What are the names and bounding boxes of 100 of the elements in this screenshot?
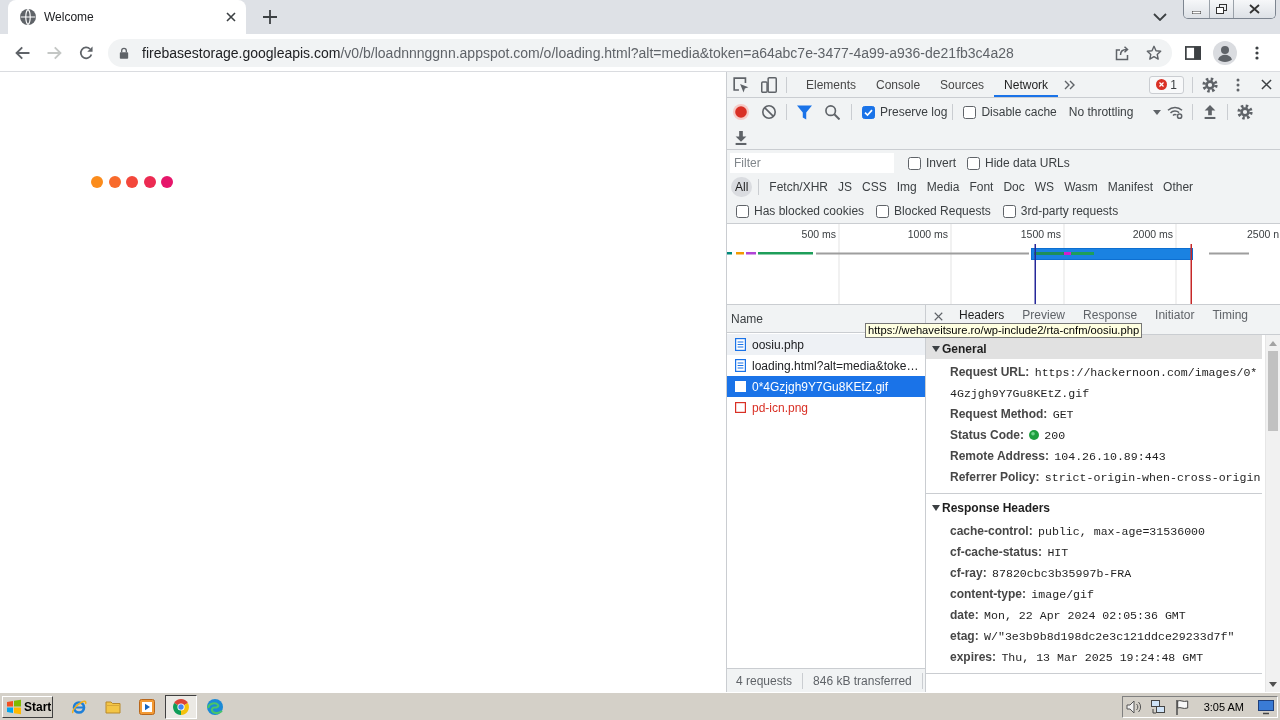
panel-tab[interactable]: Elements — [796, 72, 867, 97]
timeline-bar — [1209, 252, 1249, 255]
type-filter-button[interactable]: Doc — [999, 177, 1029, 197]
scrollbar[interactable] — [1265, 335, 1280, 692]
upload-icon[interactable] — [1202, 105, 1217, 119]
header-name: Status Code: — [950, 428, 1024, 442]
checkbox-label[interactable]: 3rd-party requests — [1020, 204, 1119, 218]
side-panel-icon[interactable] — [1185, 44, 1201, 61]
reload-icon[interactable] — [78, 45, 94, 60]
timeline-bar — [746, 252, 756, 255]
globe-icon — [20, 9, 36, 25]
settings-icon[interactable] — [1202, 76, 1218, 93]
avatar-icon[interactable] — [1213, 40, 1237, 65]
request-row[interactable]: 0*4Gzjgh9Y7Gu8KEtZ.gif — [727, 376, 925, 397]
checkbox-label[interactable]: Hide data URLs — [985, 156, 1070, 170]
type-filter-button[interactable]: Manifest — [1103, 177, 1158, 197]
checkbox[interactable] — [1002, 204, 1016, 218]
back-arrow-icon[interactable] — [14, 45, 30, 60]
checkbox[interactable] — [736, 204, 749, 218]
details-tab[interactable]: Timing — [1203, 305, 1257, 323]
type-filter-button[interactable]: Font — [965, 177, 998, 197]
error-count-button[interactable]: 1 — [1149, 75, 1184, 94]
tooltip: https://wehaveitsure.ro/wp-include2/rta-cnfm/oosiu.php — [865, 323, 1143, 338]
taskbar-app-button[interactable] — [165, 694, 197, 719]
checkbox[interactable] — [967, 156, 980, 170]
ban-icon[interactable] — [762, 105, 776, 119]
network-icon[interactable] — [1149, 698, 1166, 715]
checkbox[interactable] — [862, 105, 875, 119]
details-tab[interactable]: Response — [1074, 305, 1147, 323]
browser-tab[interactable]: Welcome — [8, 0, 246, 34]
close-icon[interactable] — [226, 12, 236, 22]
section-header[interactable]: Response Headers — [926, 494, 1262, 518]
search-icon[interactable] — [824, 104, 840, 120]
start-button[interactable]: Start — [2, 695, 53, 718]
axis-tick-label: 2000 ms — [1132, 228, 1173, 240]
type-filter-button[interactable]: All — [731, 177, 753, 197]
settings-icon[interactable] — [1236, 104, 1253, 120]
clock[interactable]: 3:05 AM — [1203, 700, 1244, 713]
type-filter-button[interactable]: Other — [1159, 177, 1198, 197]
timeline-bar — [758, 252, 813, 255]
scrollbar-thumb[interactable] — [1268, 351, 1278, 431]
checkbox-label[interactable]: Invert — [926, 156, 956, 170]
panel-tab[interactable]: Console — [866, 72, 931, 97]
request-row[interactable]: loading.html?alt=media&toke… — [727, 355, 925, 376]
checkbox[interactable] — [908, 156, 921, 170]
close-icon[interactable] — [934, 312, 943, 321]
close-window-button[interactable] — [1233, 0, 1275, 18]
monitor-icon[interactable] — [1258, 698, 1274, 715]
restore-button[interactable] — [1209, 0, 1233, 18]
type-filter-button[interactable]: JS — [834, 177, 857, 197]
minimize-icon — [1192, 10, 1201, 14]
document-icon — [735, 338, 746, 351]
type-filter-button[interactable]: WS — [1030, 177, 1059, 197]
axis-tick-label: 2500 n — [1247, 228, 1280, 240]
download-icon[interactable] — [734, 130, 748, 145]
checkbox-label[interactable]: Disable cache — [981, 105, 1057, 119]
star-icon[interactable] — [1146, 44, 1162, 61]
funnel-icon[interactable] — [796, 104, 812, 120]
menu-icon[interactable] — [1255, 45, 1259, 60]
type-filter-button[interactable]: CSS — [858, 177, 891, 197]
share-icon[interactable] — [1114, 44, 1130, 61]
double-chevron-icon[interactable] — [1063, 79, 1075, 90]
type-filter-button[interactable]: Wasm — [1060, 177, 1102, 197]
flag-icon[interactable] — [1173, 698, 1190, 715]
filter-input[interactable]: Filter — [730, 153, 894, 173]
axis-tick-label: 1000 ms — [907, 228, 948, 240]
error-icon — [1156, 79, 1168, 90]
scroll-down-icon[interactable] — [1269, 682, 1277, 687]
plus-icon[interactable] — [263, 10, 277, 24]
checkbox-label[interactable]: Blocked Requests — [894, 204, 991, 218]
column-header[interactable]: Name — [731, 311, 763, 326]
checkbox-label[interactable]: Preserve log — [880, 105, 948, 119]
checkbox[interactable] — [876, 204, 890, 218]
type-filter-button[interactable]: Fetch/XHR — [765, 177, 833, 197]
close-icon[interactable] — [1260, 79, 1272, 90]
timeline-bar — [727, 252, 732, 255]
details-tab[interactable]: Preview — [1013, 305, 1075, 323]
lock-icon — [119, 46, 129, 59]
cursor-in-box-icon[interactable] — [733, 76, 749, 93]
details-tab[interactable]: Headers — [950, 305, 1014, 323]
address-bar[interactable]: firebasestorage.googleapis.com/v0/b/loadnnnggnn.appspot.com/o/loading.html?alt=media&token=a64abc7e-3477-4a99-a936-de21fb3c4a28 — [108, 38, 1172, 67]
type-filter-button[interactable]: Img — [892, 177, 921, 197]
record-icon[interactable] — [733, 104, 749, 120]
details-tab[interactable]: Initiator — [1146, 305, 1204, 323]
menu-icon[interactable] — [1236, 77, 1240, 92]
checkbox[interactable] — [963, 105, 977, 119]
panel-tab[interactable]: Sources — [930, 72, 995, 97]
header-value: 200 — [1044, 429, 1066, 442]
throttling-select[interactable]: No throttling — [1068, 105, 1161, 119]
timeline-marker-line — [1034, 244, 1036, 304]
request-row[interactable]: pd-icn.png — [727, 397, 925, 418]
dropdown-caret-icon — [1152, 109, 1161, 115]
wifi-gear-icon[interactable] — [1166, 104, 1183, 120]
speaker-icon[interactable] — [1125, 698, 1142, 715]
chevron-down-icon[interactable] — [1153, 13, 1167, 21]
type-filter-button[interactable]: Media — [922, 177, 964, 197]
checkbox-label[interactable]: Has blocked cookies — [754, 204, 865, 218]
header-line: expires: Thu, 13 Mar 2025 19:24:48 GMT — [950, 649, 1205, 666]
phone-tablet-icon[interactable] — [761, 76, 777, 93]
status-dot-icon — [1029, 430, 1040, 440]
